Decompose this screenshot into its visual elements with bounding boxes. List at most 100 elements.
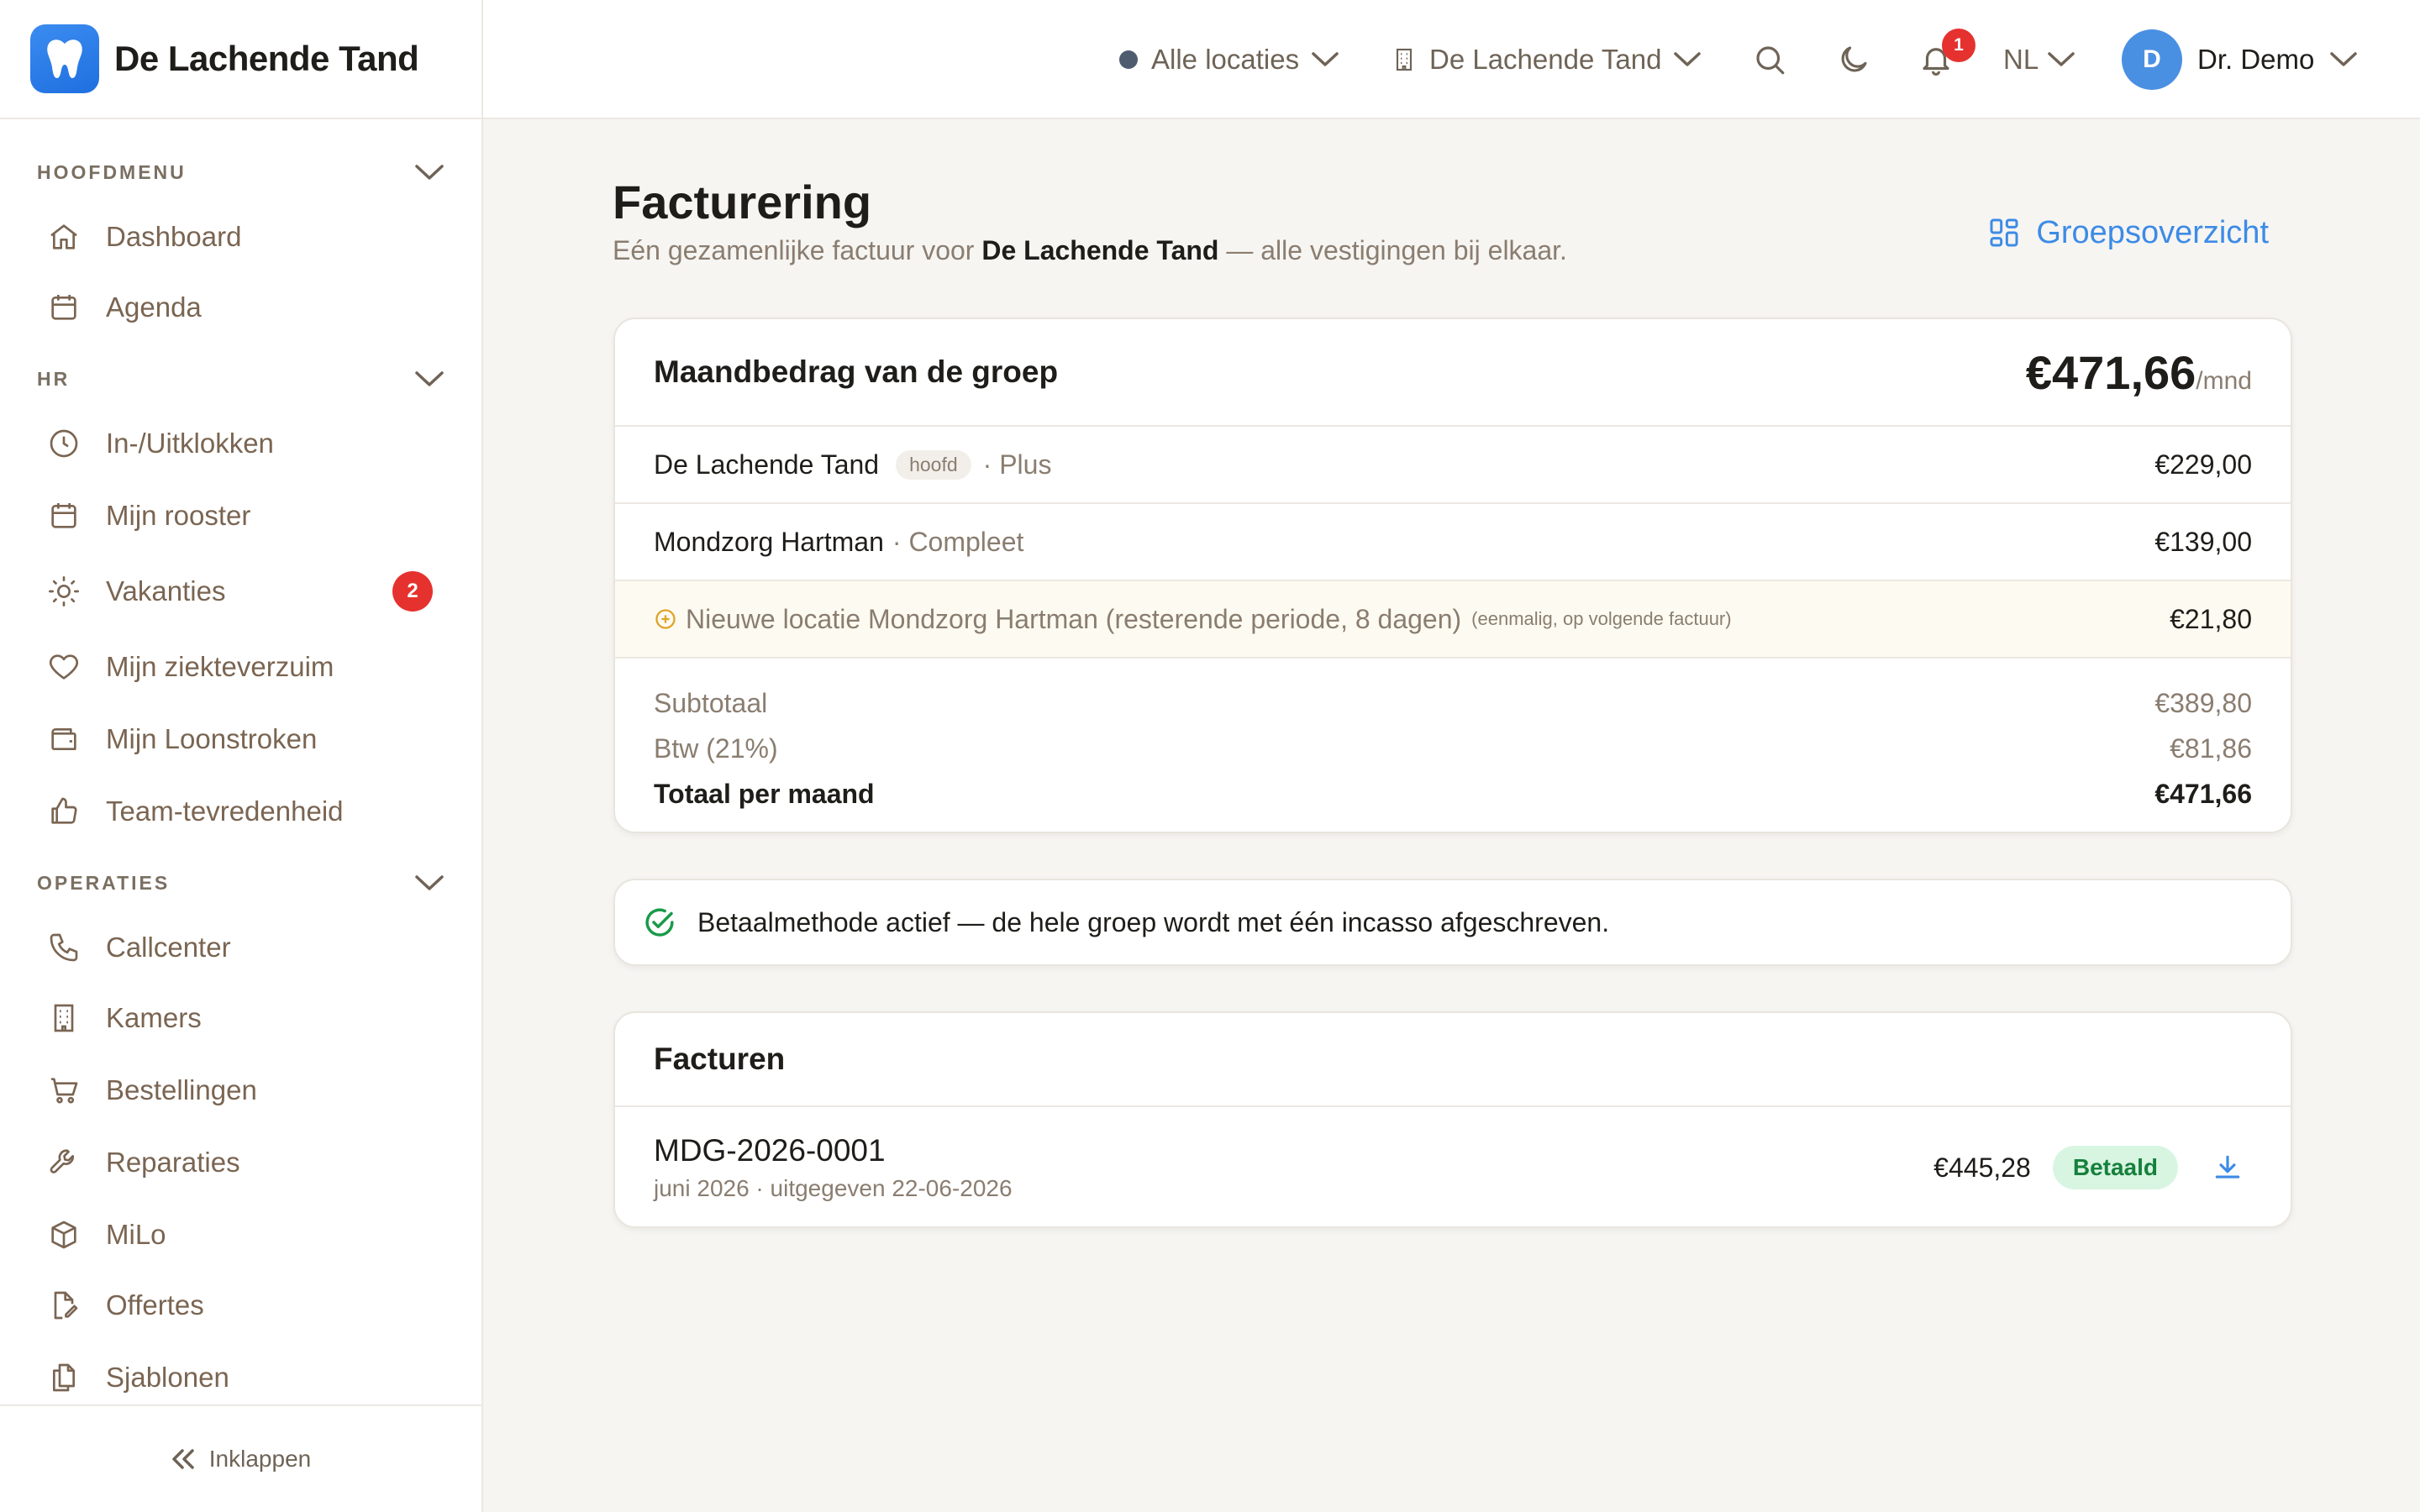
monthly-total-value: €471,66 — [2025, 345, 2196, 399]
sidebar-item-label: Reparaties — [106, 1147, 240, 1178]
subtitle-practice: De Lachende Tand — [981, 235, 1219, 265]
sidebar-item-rooster[interactable]: Mijn rooster — [37, 486, 445, 546]
sidebar-item-callcenter[interactable]: Callcenter — [37, 917, 445, 978]
sidebar-item-kamers[interactable]: Kamers — [37, 988, 445, 1048]
practice-dropdown[interactable]: De Lachende Tand — [1391, 0, 1702, 119]
cart-icon — [47, 1074, 81, 1107]
app-name: De Lachende Tand — [114, 39, 419, 78]
sidebar-item-label: In-/Uitklokken — [106, 428, 274, 459]
sidebar-item-label: Mijn Loonstroken — [106, 723, 318, 754]
building-icon — [47, 1001, 81, 1035]
box-icon — [47, 1218, 81, 1252]
practice-label: De Lachende Tand — [1429, 44, 1662, 75]
chevron-down-icon — [1673, 51, 1702, 68]
user-menu[interactable]: D Dr. Demo — [2122, 0, 2358, 119]
sidebar-item-milo[interactable]: MiLo — [37, 1205, 445, 1265]
section-main[interactable]: HOOFDMENU — [37, 151, 445, 193]
language-dropdown[interactable]: NL — [2003, 0, 2075, 119]
collapse-sidebar-button[interactable]: Inklappen — [0, 1404, 481, 1512]
payment-status-text: Betaalmethode actief — de hele groep wor… — [697, 906, 1610, 937]
invoice-row[interactable]: MDG-2026-0001 juni 2026 · uitgegeven 22-… — [615, 1107, 2291, 1226]
chevron-down-icon — [414, 370, 445, 388]
sidebar-item-offertes[interactable]: Offertes — [37, 1275, 445, 1336]
sidebar-item-label: Dashboard — [106, 221, 242, 252]
sidebar-item-label: Sjablonen — [106, 1362, 229, 1393]
sidebar-item-tevredenheid[interactable]: Team-tevredenheid — [37, 781, 445, 842]
notifications-button[interactable]: 1 — [1918, 0, 1977, 119]
tooth-logo-icon — [30, 24, 99, 93]
topbar: Alle locaties De Lachende Tand 1 NL D Dr… — [483, 0, 2420, 119]
sidebar-item-clock[interactable]: In-/Uitklokken — [37, 413, 445, 474]
line-item-amount: €139,00 — [2154, 526, 2252, 557]
location-filter-label: Alle locaties — [1151, 44, 1300, 75]
line-item-plan: · Plus — [982, 449, 1052, 480]
invoices-title: Facturen — [654, 1042, 786, 1076]
sidebar-item-loonstroken[interactable]: Mijn Loonstroken — [37, 709, 445, 769]
sidebar-item-bestellingen[interactable]: Bestellingen — [37, 1060, 445, 1121]
page-subtitle: Eén gezamenlijke factuur voor De Lachend… — [613, 235, 1567, 266]
section-ops[interactable]: OPERATIES — [37, 862, 445, 904]
calendar-icon — [47, 499, 81, 533]
prorated-line-item: Nieuwe locatie Mondzorg Hartman (restere… — [615, 581, 2291, 657]
section-hr[interactable]: HR — [37, 358, 445, 400]
search-icon — [1752, 42, 1787, 77]
grid-icon — [1987, 216, 2021, 249]
user-name: Dr. Demo — [2197, 44, 2315, 75]
check-circle-icon — [642, 905, 677, 940]
section-hr-label: HR — [37, 367, 71, 390]
document-edit-icon — [47, 1289, 81, 1322]
invoices-card: Facturen MDG-2026-0001 juni 2026 · uitge… — [613, 1011, 2292, 1228]
wallet-icon — [47, 722, 81, 756]
calendar-icon — [47, 291, 81, 324]
location-dot-icon — [1119, 50, 1138, 69]
sun-icon — [47, 575, 81, 608]
line-item: Mondzorg Hartman · Compleet €139,00 — [615, 504, 2291, 580]
brand[interactable]: De Lachende Tand — [0, 0, 481, 119]
location-filter-dropdown[interactable]: Alle locaties — [1119, 0, 1339, 119]
line-item-amount: €21,80 — [2170, 603, 2252, 634]
sidebar-item-vakanties[interactable]: Vakanties 2 — [37, 561, 445, 622]
sidebar-item-dashboard[interactable]: Dashboard — [37, 207, 445, 267]
subtotal-label: Subtotaal — [654, 687, 768, 718]
sidebar-item-sjablonen[interactable]: Sjablonen — [37, 1347, 445, 1403]
chevron-down-icon — [2329, 51, 2358, 68]
monthly-total-unit: /mnd — [2196, 366, 2252, 395]
vat-row: Btw (21%) €81,86 — [615, 726, 2291, 771]
search-button[interactable] — [1752, 0, 1787, 119]
group-overview-link[interactable]: Groepsoverzicht — [1987, 212, 2269, 254]
home-icon — [47, 220, 81, 254]
sidebar-item-ziekte[interactable]: Mijn ziekteverzuim — [37, 637, 445, 697]
vat-label: Btw (21%) — [654, 732, 778, 764]
vat-value: €81,86 — [2170, 732, 2252, 764]
sidebar-item-reparaties[interactable]: Reparaties — [37, 1132, 445, 1193]
notification-count-badge: 1 — [1942, 29, 1975, 62]
group-monthly-card: Maandbedrag van de groep €471,66 /mnd De… — [613, 318, 2292, 833]
sidebar-item-agenda[interactable]: Agenda — [37, 277, 445, 338]
invoice-meta: juni 2026 · uitgegeven 22-06-2026 — [654, 1175, 1013, 1201]
moon-icon — [1836, 42, 1871, 77]
copy-icon — [47, 1361, 81, 1394]
vacation-count-badge: 2 — [392, 571, 433, 612]
section-main-label: HOOFDMENU — [37, 160, 187, 183]
thumbs-up-icon — [47, 795, 81, 828]
plus-circle-icon — [654, 607, 677, 631]
chevron-down-icon — [1311, 51, 1339, 68]
language-label: NL — [2003, 44, 2039, 75]
subtitle-post: — alle vestigingen bij elkaar. — [1218, 235, 1567, 265]
download-icon[interactable] — [2212, 1152, 2244, 1184]
phone-icon — [47, 931, 81, 964]
subtitle-pre: Eén gezamenlijke factuur voor — [613, 235, 982, 265]
sidebar-item-label: Offertes — [106, 1289, 204, 1320]
card-title: Maandbedrag van de groep — [654, 354, 1059, 389]
invoices-header: Facturen — [615, 1013, 2291, 1105]
sidebar-item-label: Team-tevredenheid — [106, 795, 344, 827]
avatar: D — [2122, 29, 2182, 90]
group-overview-label: Groepsoverzicht — [2036, 214, 2269, 250]
collapse-label: Inklappen — [208, 1446, 312, 1472]
sidebar-item-label: Agenda — [106, 291, 202, 323]
sidebar-item-label: Kamers — [106, 1002, 202, 1033]
sidebar: De Lachende Tand HOOFDMENU Dashboard Age… — [0, 0, 483, 1512]
card-header: Maandbedrag van de groep €471,66 /mnd — [615, 319, 2291, 425]
theme-toggle-button[interactable] — [1836, 0, 1871, 119]
chevron-down-icon — [414, 163, 445, 181]
